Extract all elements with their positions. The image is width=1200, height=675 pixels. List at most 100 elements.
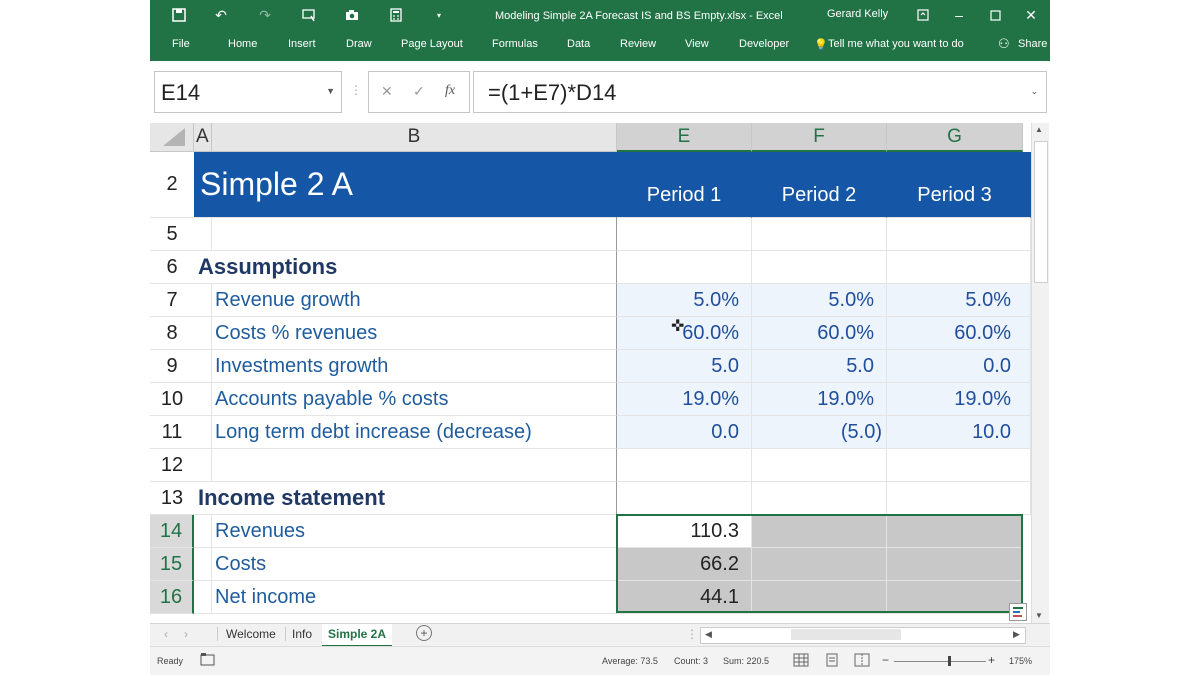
- cell[interactable]: [887, 482, 1031, 515]
- row-label[interactable]: Costs % revenues: [212, 317, 617, 350]
- tab-view[interactable]: View: [685, 38, 709, 50]
- add-sheet-icon[interactable]: +: [416, 625, 432, 641]
- tab-formulas[interactable]: Formulas: [492, 38, 538, 50]
- tab-draw[interactable]: Draw: [346, 38, 372, 50]
- tab-splitter-icon[interactable]: ⋮: [686, 627, 698, 641]
- sheet-title[interactable]: Simple 2 A: [194, 152, 617, 218]
- selected-cell[interactable]: [752, 581, 887, 614]
- input-cell[interactable]: 5.0%: [887, 284, 1031, 317]
- active-cell[interactable]: 110.3: [617, 515, 752, 548]
- next-sheet-icon[interactable]: ›: [184, 627, 188, 641]
- input-cell[interactable]: 5.0%: [617, 284, 752, 317]
- scroll-down-icon[interactable]: ▼: [1035, 611, 1043, 620]
- tell-me-search[interactable]: Tell me what you want to do: [828, 38, 964, 50]
- chevron-down-icon[interactable]: ▼: [326, 86, 335, 96]
- input-cell[interactable]: 19.0%: [752, 383, 887, 416]
- period-header[interactable]: Period 3: [887, 152, 1031, 218]
- input-cell[interactable]: 5.0: [752, 350, 887, 383]
- column-header-f[interactable]: F: [752, 123, 887, 152]
- minimize-icon[interactable]: –: [950, 6, 968, 24]
- tab-review[interactable]: Review: [620, 38, 656, 50]
- close-icon[interactable]: ✕: [1022, 6, 1040, 24]
- section-heading[interactable]: Assumptions: [194, 251, 617, 284]
- cell[interactable]: [752, 218, 887, 251]
- zoom-level[interactable]: 175%: [1009, 656, 1032, 666]
- row-header-6[interactable]: 6: [150, 251, 194, 284]
- insert-function-icon[interactable]: fx: [445, 83, 455, 99]
- cell[interactable]: [752, 251, 887, 284]
- cell[interactable]: [194, 350, 212, 383]
- sheet-tab-simple-2a[interactable]: Simple 2A: [322, 624, 393, 647]
- cell[interactable]: [194, 317, 212, 350]
- cell[interactable]: [194, 416, 212, 449]
- selected-cell[interactable]: 44.1: [617, 581, 752, 614]
- column-header-a[interactable]: A: [194, 123, 212, 152]
- cell[interactable]: [194, 449, 212, 482]
- normal-view-icon[interactable]: [793, 653, 809, 669]
- scroll-left-icon[interactable]: ◀: [705, 629, 712, 640]
- period-header[interactable]: Period 1: [617, 152, 752, 218]
- column-header-e[interactable]: E: [617, 123, 752, 152]
- formula-input[interactable]: =(1+E7)*D14 ⌄: [473, 71, 1047, 113]
- quick-analysis-icon[interactable]: [1009, 603, 1027, 621]
- scroll-right-icon[interactable]: ▶: [1013, 629, 1020, 640]
- input-cell[interactable]: 60.0%: [752, 317, 887, 350]
- drag-handle-icon[interactable]: ⋮: [350, 83, 362, 97]
- macro-record-icon[interactable]: [200, 652, 216, 668]
- cell[interactable]: [194, 515, 212, 548]
- zoom-slider-thumb[interactable]: [948, 656, 951, 666]
- row-header-7[interactable]: 7: [150, 284, 194, 317]
- column-header-b[interactable]: B: [212, 123, 617, 152]
- row-header-13[interactable]: 13: [150, 482, 194, 515]
- undo-icon[interactable]: ↶: [212, 6, 230, 24]
- cell[interactable]: [617, 251, 752, 284]
- h-scroll-thumb[interactable]: [791, 629, 901, 640]
- row-header-9[interactable]: 9: [150, 350, 194, 383]
- row-header-8[interactable]: 8: [150, 317, 194, 350]
- cell[interactable]: [617, 218, 752, 251]
- tab-insert[interactable]: Insert: [288, 38, 316, 50]
- customize-qat-icon[interactable]: ▾: [430, 6, 448, 24]
- input-cell[interactable]: 10.0: [887, 416, 1031, 449]
- page-layout-view-icon[interactable]: [824, 653, 840, 669]
- tab-page-layout[interactable]: Page Layout: [401, 38, 463, 50]
- save-icon[interactable]: [170, 6, 188, 24]
- input-cell[interactable]: (5.0): [752, 416, 887, 449]
- section-heading[interactable]: Income statement: [194, 482, 617, 515]
- tab-home[interactable]: Home: [228, 38, 257, 50]
- selected-cell[interactable]: [887, 515, 1023, 548]
- ribbon-display-icon[interactable]: [914, 6, 932, 24]
- input-cell[interactable]: 0.0: [887, 350, 1031, 383]
- row-label[interactable]: Costs: [212, 548, 617, 581]
- cell[interactable]: [617, 449, 752, 482]
- period-header[interactable]: Period 2: [752, 152, 887, 218]
- scroll-thumb[interactable]: [1034, 141, 1048, 283]
- zoom-in-icon[interactable]: +: [988, 653, 995, 667]
- row-header-2[interactable]: 2: [150, 152, 194, 218]
- input-cell[interactable]: 5.0: [617, 350, 752, 383]
- cell[interactable]: [194, 581, 212, 614]
- worksheet-grid[interactable]: A B E F G 2 Simple 2 A Period 1 Period 2…: [150, 123, 1050, 623]
- selected-cell[interactable]: [887, 548, 1023, 581]
- input-cell[interactable]: 5.0%: [752, 284, 887, 317]
- cell[interactable]: [752, 482, 887, 515]
- row-header-15[interactable]: 15: [150, 548, 194, 581]
- sheet-tab-welcome[interactable]: Welcome: [217, 627, 284, 641]
- calculator-icon[interactable]: [387, 6, 405, 24]
- selected-cell[interactable]: [752, 548, 887, 581]
- zoom-out-icon[interactable]: −: [882, 653, 889, 667]
- zoom-slider[interactable]: [894, 661, 986, 662]
- row-header-5[interactable]: 5: [150, 218, 194, 251]
- cell[interactable]: [194, 218, 212, 251]
- prev-sheet-icon[interactable]: ‹: [164, 627, 168, 641]
- input-cell[interactable]: 60.0%: [617, 317, 752, 350]
- input-cell[interactable]: 19.0%: [617, 383, 752, 416]
- row-header-16[interactable]: 16: [150, 581, 194, 614]
- select-all-corner[interactable]: [150, 123, 194, 152]
- selected-cell[interactable]: [752, 515, 887, 548]
- cancel-icon[interactable]: ✕: [381, 83, 393, 100]
- horizontal-scrollbar[interactable]: ◀ ▶: [700, 627, 1026, 644]
- cell[interactable]: [194, 548, 212, 581]
- cell[interactable]: [212, 218, 617, 251]
- row-label[interactable]: Long term debt increase (decrease): [212, 416, 617, 449]
